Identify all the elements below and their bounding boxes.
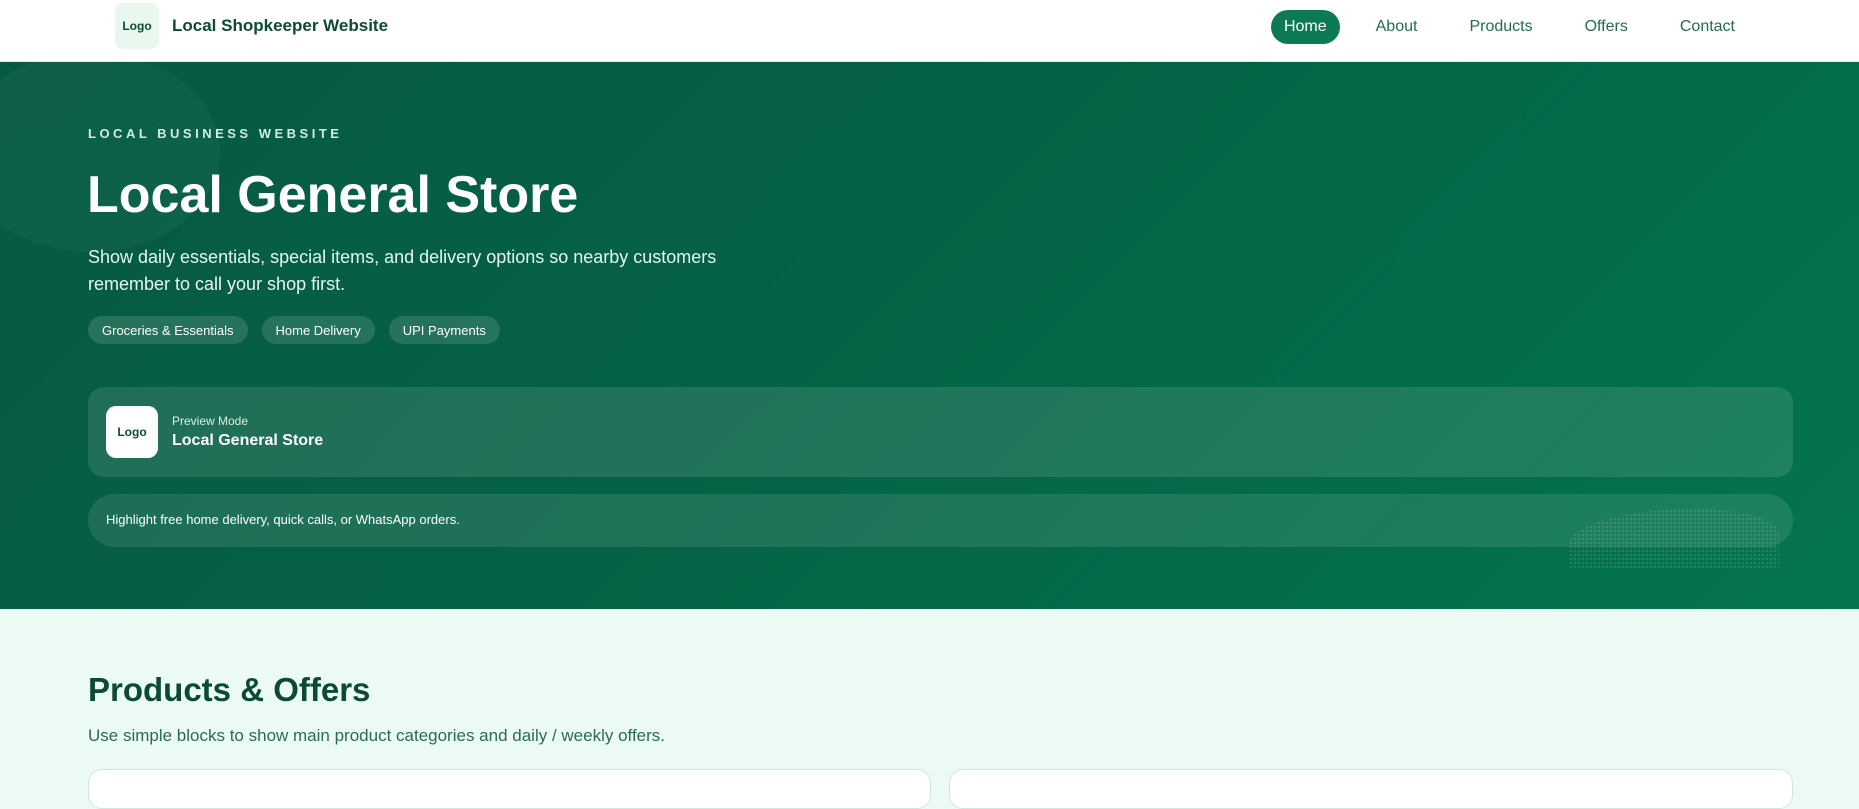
highlight-text: Highlight free home delivery, quick call… — [106, 512, 460, 527]
tag-upi-payments: UPI Payments — [388, 316, 500, 344]
site-title[interactable]: Local Shopkeeper Website — [172, 16, 388, 36]
preview-logo: Logo — [106, 406, 158, 458]
nav-contact[interactable]: Contact — [1658, 10, 1757, 44]
products-section-title: Products & Offers — [88, 671, 371, 708]
hero-eyebrow: LOCAL BUSINESS WEBSITE — [88, 126, 343, 141]
tag-groceries: Groceries & Essentials — [88, 316, 248, 344]
hero-tags: Groceries & Essentials Home Delivery UPI… — [88, 316, 500, 344]
nav-offers[interactable]: Offers — [1563, 10, 1650, 44]
highlight-banner: Highlight free home delivery, quick call… — [88, 494, 1793, 547]
hero-description: Show daily essentials, special items, an… — [88, 247, 717, 294]
hero-title: Local General Store — [87, 166, 579, 224]
preview-card: Logo Preview Mode Local General Store — [88, 387, 1793, 477]
nav-home[interactable]: Home — [1270, 10, 1340, 44]
preview-mode-label: Preview Mode — [172, 414, 249, 428]
main-nav: Home About Products Offers Contact — [1270, 10, 1757, 44]
hero-section: LOCAL BUSINESS WEBSITE Local General Sto… — [0, 62, 1859, 609]
nav-about[interactable]: About — [1354, 10, 1440, 44]
nav-products[interactable]: Products — [1447, 10, 1554, 44]
offer-card — [949, 769, 1793, 809]
site-logo[interactable]: Logo — [115, 3, 159, 49]
products-section-description: Use simple blocks to show main product c… — [88, 726, 666, 745]
top-navbar: Logo Local Shopkeeper Website Home About… — [0, 0, 1859, 62]
preview-store-name: Local General Store — [172, 432, 324, 449]
tag-home-delivery: Home Delivery — [261, 316, 375, 344]
product-card — [88, 769, 931, 809]
